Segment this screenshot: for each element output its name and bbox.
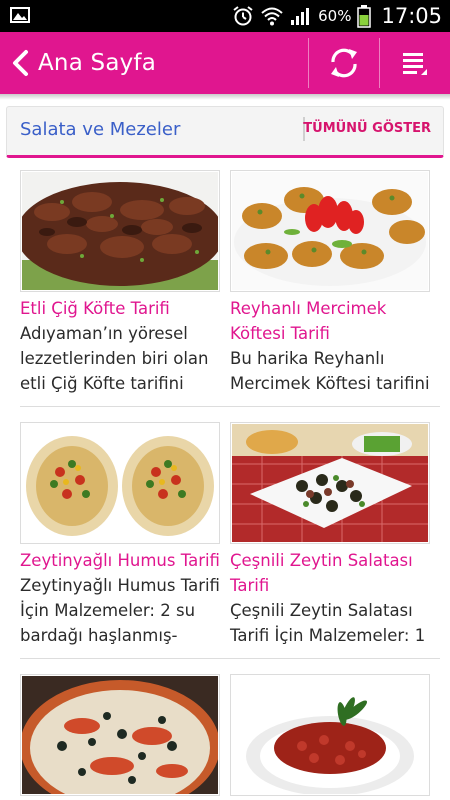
section-header: Salata ve Mezeler TÜMÜNÜ GÖSTER bbox=[6, 106, 444, 158]
signal-icon bbox=[291, 8, 310, 25]
card-divider bbox=[20, 406, 230, 407]
recipe-image[interactable] bbox=[230, 422, 430, 544]
alarm-icon bbox=[233, 6, 253, 26]
menu-button[interactable] bbox=[380, 32, 450, 94]
recipe-image[interactable] bbox=[20, 422, 220, 544]
recipe-image[interactable] bbox=[230, 674, 430, 796]
recipe-title[interactable]: Reyhanlı Mercimek Köftesi Tarifi bbox=[230, 296, 435, 346]
section-title: Salata ve Mezeler bbox=[20, 119, 181, 140]
back-button[interactable]: Ana Sayfa bbox=[0, 32, 300, 94]
wifi-icon bbox=[261, 7, 283, 26]
menu-icon bbox=[403, 53, 427, 75]
recipe-description: Zeytinyağlı Humus Tarifi İçin Malzemeler… bbox=[20, 576, 220, 645]
clock: 17:05 bbox=[381, 4, 442, 28]
page-title: Ana Sayfa bbox=[38, 50, 157, 76]
battery-icon bbox=[357, 5, 372, 28]
recipe-description: Adıyaman’ın yöresel lezzetlerinden biri … bbox=[20, 324, 209, 393]
recipe-title[interactable]: Zeytinyağlı Humus Tarifi bbox=[20, 548, 225, 573]
recipe-image[interactable] bbox=[20, 674, 220, 796]
show-all-button[interactable]: TÜMÜNÜ GÖSTER bbox=[303, 121, 431, 136]
recipe-title[interactable]: Çeşnili Zeytin Salatası Tarifi bbox=[230, 548, 435, 598]
recipe-image[interactable] bbox=[20, 170, 220, 292]
recipe-description: Çeşnili Zeytin Salatası Tarifi İçin Malz… bbox=[230, 601, 426, 645]
card-divider bbox=[20, 658, 230, 659]
refresh-button[interactable] bbox=[309, 32, 379, 94]
status-bar: 60% 17:05 bbox=[0, 0, 450, 32]
recipe-description: Bu harika Reyhanlı Mercimek Köftesi tari… bbox=[230, 349, 430, 393]
image-icon bbox=[10, 7, 30, 23]
recipe-title[interactable]: Etli Çiğ Köfte Tarifi bbox=[20, 296, 225, 321]
card-divider bbox=[230, 658, 440, 659]
appbar-shadow bbox=[0, 94, 450, 100]
recipe-image[interactable] bbox=[230, 170, 430, 292]
battery-percent: 60% bbox=[318, 7, 352, 25]
app-bar: Ana Sayfa bbox=[0, 32, 450, 94]
back-chevron-icon bbox=[13, 50, 28, 76]
refresh-icon bbox=[331, 48, 357, 78]
card-divider bbox=[230, 406, 440, 407]
